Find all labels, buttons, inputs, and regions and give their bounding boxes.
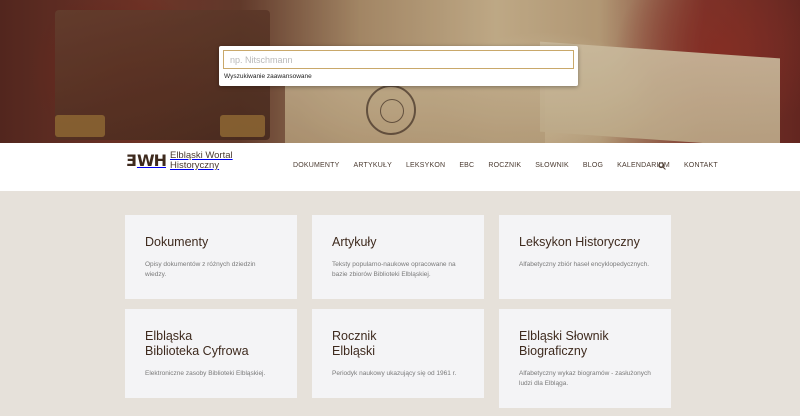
card-description: Opisy dokumentów z różnych dziedzin wied… (145, 261, 256, 278)
search-icon[interactable] (658, 162, 666, 170)
card-title: Elbląska Biblioteka Cyfrowa (145, 329, 249, 358)
nav-item-artykuly[interactable]: ARTYKUŁY (354, 162, 392, 169)
nav-item-rocznik[interactable]: ROCZNIK (488, 162, 521, 169)
card-dokumenty[interactable]: Dokumenty Opisy dokumentów z różnych dzi… (125, 215, 297, 299)
search-input[interactable] (223, 50, 574, 69)
card-description: Periodyk naukowy ukazujący się od 1961 r… (332, 370, 457, 377)
card-description: Elektroniczne zasoby Biblioteki Elbląski… (145, 370, 266, 377)
logo-text: Elbląski Wortal Historyczny (170, 151, 233, 171)
nav-item-kontakt[interactable]: KONTAKT (684, 162, 718, 169)
card-title: Leksykon Historyczny (519, 235, 640, 249)
card-slownik[interactable]: Elbląski Słownik Biograficzny Alfabetycz… (499, 309, 671, 408)
card-rocznik[interactable]: Rocznik Elbląski Periodyk naukowy ukazuj… (312, 309, 484, 398)
card-title: Rocznik Elbląski (332, 329, 377, 358)
site-logo[interactable]: EWH Elbląski Wortal Historyczny (127, 151, 233, 171)
logo-mark: EWH (127, 151, 167, 170)
card-description: Teksty popularno-naukowe opracowane na b… (332, 261, 456, 278)
card-biblioteka-cyfrowa[interactable]: Elbląska Biblioteka Cyfrowa Elektroniczn… (125, 309, 297, 398)
card-title: Elbląski Słownik Biograficzny (519, 329, 609, 358)
card-description: Alfabetyczny wykaz biogramów - zasłużony… (519, 370, 651, 387)
nav-item-ebc[interactable]: EBC (459, 162, 474, 169)
logo-line-2: Historyczny (169, 160, 220, 171)
main-menu: DOKUMENTY ARTYKUŁY LEKSYKON EBC ROCZNIK … (293, 162, 732, 169)
nav-item-blog[interactable]: BLOG (583, 162, 603, 169)
nav-item-slownik[interactable]: SŁOWNIK (535, 162, 569, 169)
card-artykuly[interactable]: Artykuły Teksty popularno-naukowe opraco… (312, 215, 484, 299)
nav-item-dokumenty[interactable]: DOKUMENTY (293, 162, 340, 169)
search-panel: Wyszukiwanie zaawansowane (219, 46, 578, 86)
card-title: Artykuły (332, 235, 377, 249)
nav-item-leksykon[interactable]: LEKSYKON (406, 162, 445, 169)
card-title: Dokumenty (145, 235, 209, 249)
card-leksykon[interactable]: Leksykon Historyczny Alfabetyczny zbiór … (499, 215, 671, 299)
advanced-search-link[interactable]: Wyszukiwanie zaawansowane (224, 73, 312, 80)
card-description: Alfabetyczny zbiór haseł encyklopedyczny… (519, 261, 650, 268)
